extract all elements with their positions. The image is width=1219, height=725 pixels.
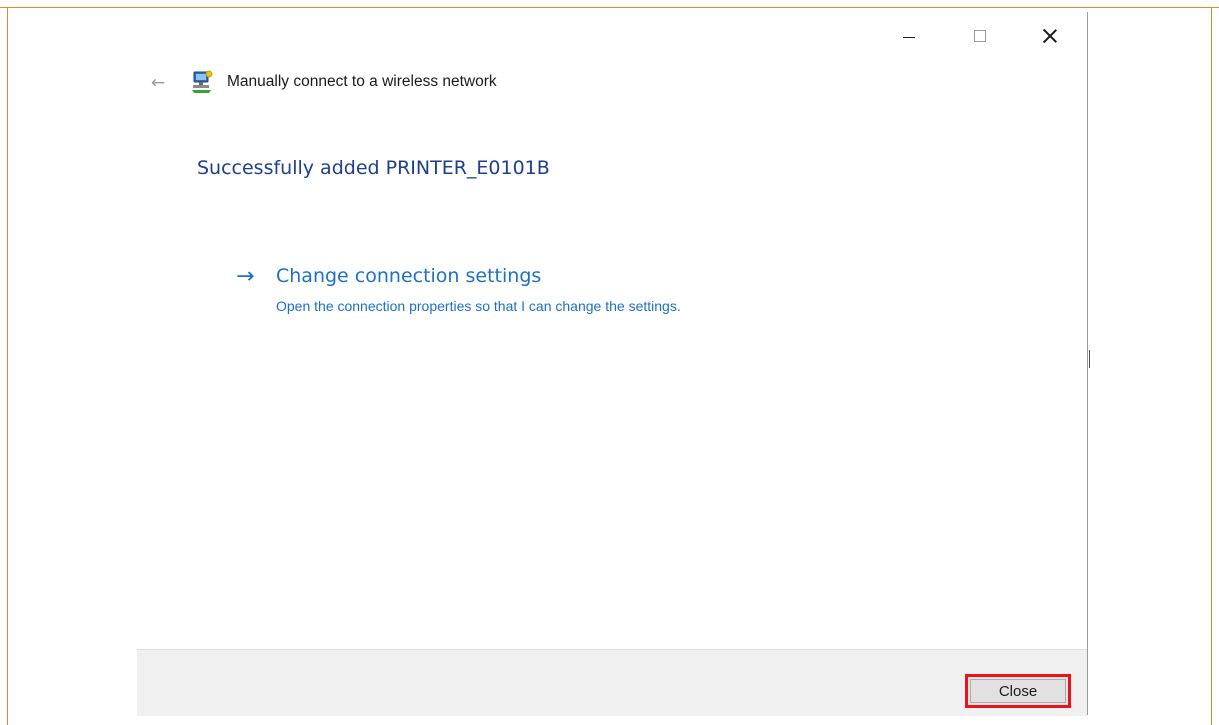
- network-icon: [192, 70, 213, 93]
- window-edge-marker: [1089, 350, 1090, 368]
- back-button[interactable]: ←: [146, 72, 170, 94]
- minimize-icon: [903, 36, 915, 38]
- arrow-right-icon: →: [236, 264, 255, 289]
- document-frame-left: [7, 7, 8, 725]
- link-description: Open the connection properties so that I…: [276, 298, 681, 314]
- maximize-icon: [974, 30, 986, 42]
- close-icon: [1043, 29, 1057, 43]
- window-title: Manually connect to a wireless network: [227, 73, 497, 90]
- maximize-button[interactable]: [957, 20, 1003, 52]
- document-frame-right: [1211, 7, 1212, 725]
- close-window-button[interactable]: [1027, 20, 1073, 52]
- dialog-footer: Close: [137, 649, 1087, 716]
- minimize-button[interactable]: [886, 20, 932, 52]
- success-heading: Successfully added PRINTER_E0101B: [197, 157, 550, 179]
- document-frame-top: [0, 7, 1219, 8]
- change-connection-settings-link[interactable]: → Change connection settings Open the co…: [236, 264, 856, 324]
- wizard-window: ← Manually connect to a wireless network…: [137, 12, 1088, 716]
- close-button[interactable]: Close: [965, 674, 1071, 708]
- back-arrow-icon: ←: [150, 73, 166, 93]
- close-button-label: Close: [970, 679, 1066, 703]
- link-title: Change connection settings: [276, 265, 542, 287]
